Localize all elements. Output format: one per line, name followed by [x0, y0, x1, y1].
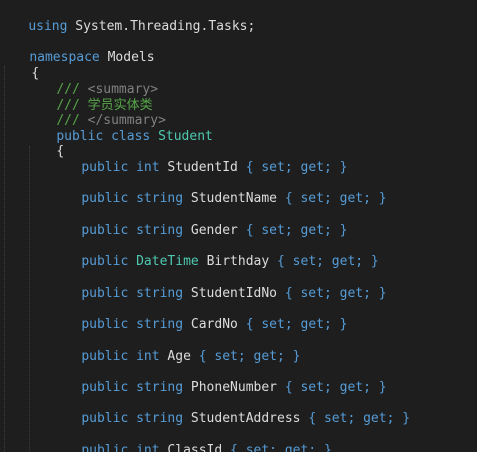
property-accessors: { set; get; }	[230, 443, 332, 452]
code-line-property: public int StudentId { set; get; }	[50, 144, 347, 175]
code-line-property: public DateTime Birthday { set; get; }	[50, 238, 378, 269]
code-line-using: using System.Threading.Tasks;	[0, 3, 255, 34]
property-type: string	[136, 380, 184, 395]
property-name: StudentName	[190, 191, 277, 206]
property-type: string	[136, 286, 184, 301]
code-line-open-brace-namespace: {	[0, 50, 39, 81]
property-type: int	[136, 160, 160, 175]
code-line-open-brace-class: {	[25, 128, 64, 159]
property-name: CardNo	[190, 317, 238, 332]
property-modifier: public	[81, 223, 129, 238]
using-namespace: System.Threading.Tasks;	[75, 19, 256, 34]
property-type: string	[136, 223, 184, 238]
code-editor[interactable]: using System.Threading.Tasks; namespace …	[0, 0, 477, 452]
class-name: Student	[158, 129, 213, 144]
indent-guide-namespace	[4, 66, 5, 452]
indent-guide-class	[29, 146, 30, 452]
code-line-property: public string StudentName { set; get; }	[50, 175, 386, 206]
property-type: int	[136, 443, 160, 452]
property-name: StudentIdNo	[190, 286, 277, 301]
property-modifier: public	[81, 411, 129, 426]
code-line-property: public string PhoneNumber { set; get; }	[50, 364, 386, 395]
code-line-property: public string StudentIdNo { set; get; }	[50, 270, 386, 301]
property-accessors: { set; get; }	[198, 349, 301, 364]
code-line-doc-summary-text: /// 学员实体类	[25, 82, 152, 113]
code-line-doc-summary-open: /// <summary>	[25, 66, 158, 97]
property-accessors: { set; get; }	[284, 286, 387, 301]
property-type: string	[136, 191, 184, 206]
property-name: StudentAddress	[190, 411, 301, 426]
property-modifier: public	[81, 349, 129, 364]
property-type: string	[136, 317, 184, 332]
property-name: ClassId	[167, 443, 223, 452]
property-accessors: { set; get; }	[308, 411, 411, 426]
property-accessors: { set; get; }	[245, 160, 348, 175]
property-accessors: { set; get; }	[284, 191, 387, 206]
property-modifier: public	[81, 443, 129, 452]
keyword-using: using	[28, 19, 68, 34]
code-line-property: public string Gender { set; get; }	[50, 207, 347, 238]
code-line-property: public int Age { set; get; }	[50, 333, 300, 364]
property-modifier: public	[81, 380, 129, 395]
code-line-property: public int ClassId { set; get; }	[50, 427, 331, 452]
property-modifier: public	[81, 254, 129, 269]
property-name: Age	[167, 349, 191, 364]
property-accessors: { set; get; }	[245, 317, 348, 332]
property-accessors: { set; get; }	[284, 380, 387, 395]
code-line-class-declaration: public class Student	[25, 113, 213, 144]
property-modifier: public	[81, 317, 129, 332]
code-line-property: public string CardNo { set; get; }	[50, 301, 347, 332]
property-modifier: public	[81, 191, 129, 206]
property-type: DateTime	[136, 254, 199, 269]
property-name: StudentId	[167, 160, 238, 175]
namespace-name: Models	[107, 50, 155, 65]
keyword-class: class	[111, 129, 151, 144]
property-name: Gender	[190, 223, 238, 238]
property-type: int	[136, 349, 160, 364]
keyword-namespace: namespace	[29, 50, 100, 65]
code-line-doc-summary-close: /// </summary>	[25, 97, 166, 128]
code-line-property: public string StudentAddress { set; get;…	[50, 395, 410, 426]
code-line-namespace: namespace Models	[0, 34, 154, 65]
property-accessors: { set; get; }	[245, 223, 348, 238]
property-name: PhoneNumber	[190, 380, 277, 395]
property-modifier: public	[81, 286, 129, 301]
property-accessors: { set; get; }	[277, 254, 379, 269]
property-modifier: public	[81, 160, 129, 175]
property-name: Birthday	[206, 254, 270, 269]
property-type: string	[136, 411, 184, 426]
